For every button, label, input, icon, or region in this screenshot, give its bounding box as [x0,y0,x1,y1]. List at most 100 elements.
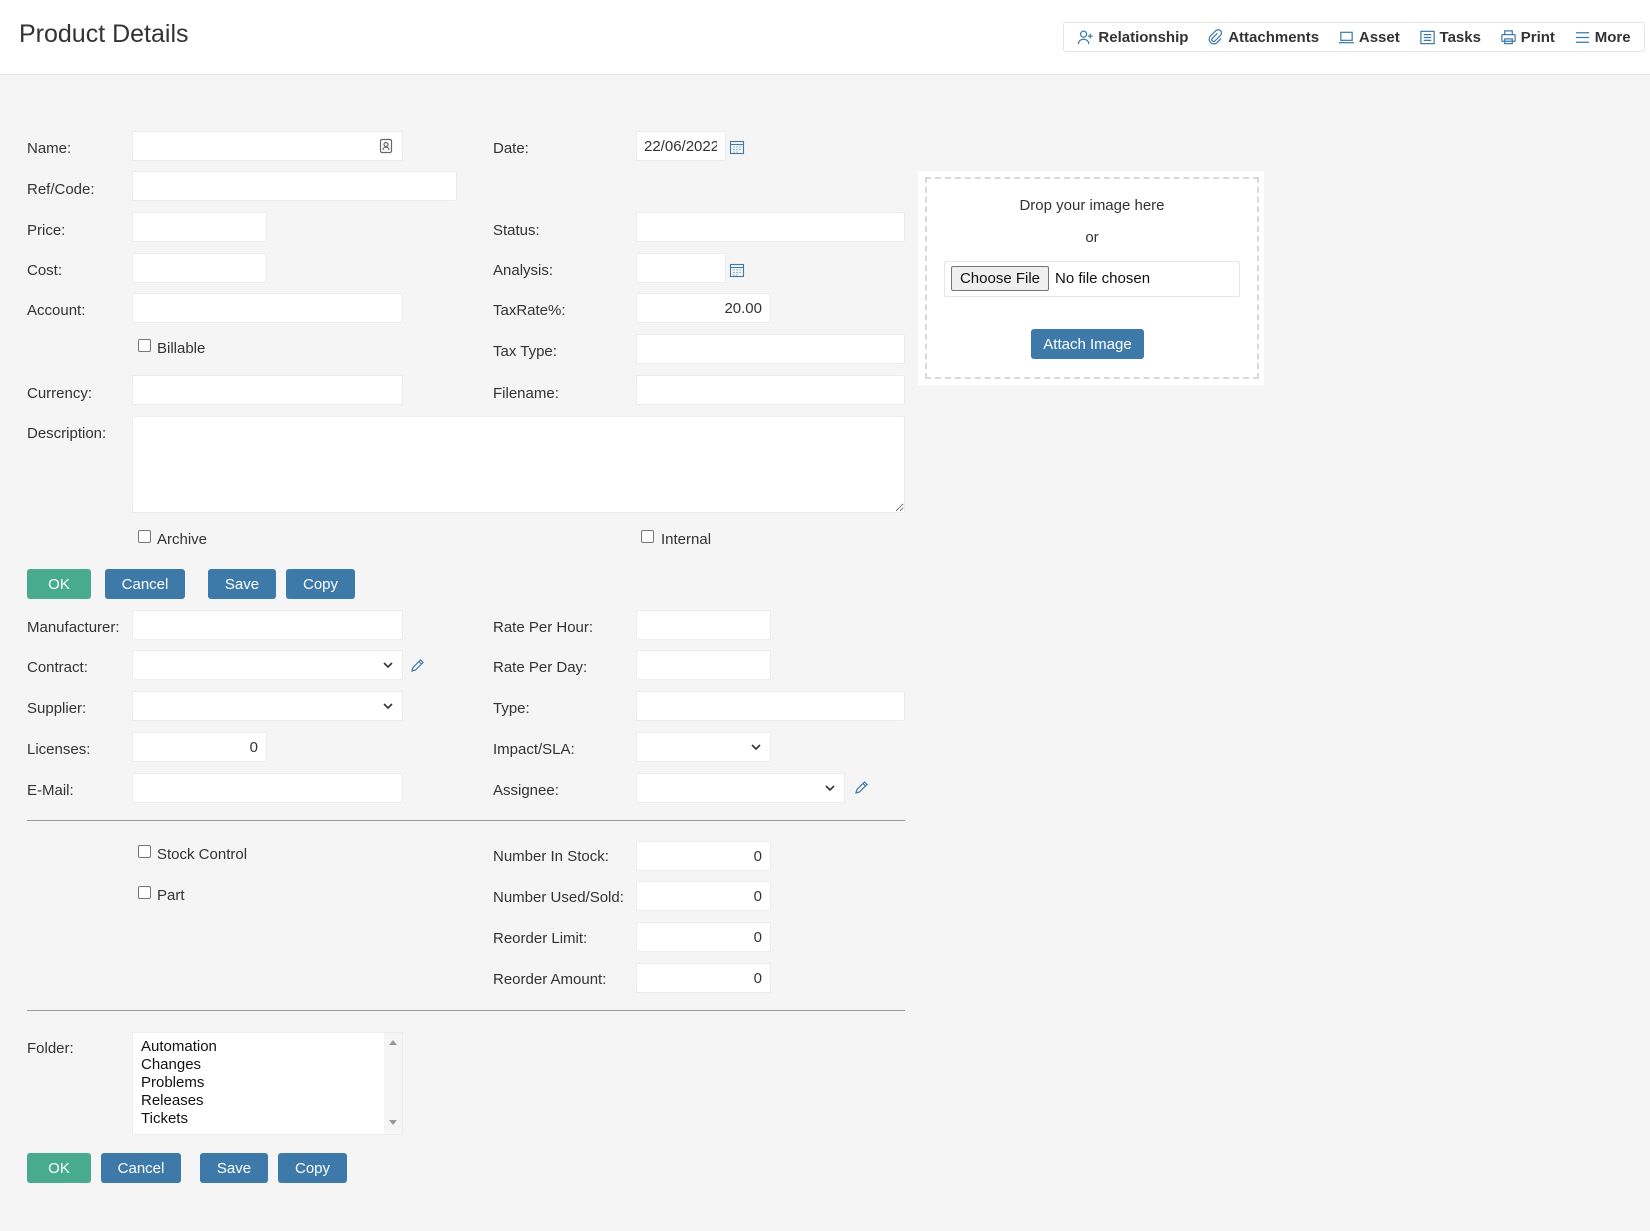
account-label: Account: [27,302,86,319]
supplier-select[interactable] [132,691,403,721]
scroll-down-arrow-icon[interactable] [389,1120,397,1125]
paperclip-icon [1208,28,1223,45]
filename-input[interactable] [636,375,905,405]
ok-button[interactable]: OK [27,569,91,599]
analysis-input[interactable] [636,253,726,283]
more-label: More [1594,28,1631,46]
archive-checkbox[interactable] [138,530,151,543]
stock-control-label: Stock Control [157,846,248,863]
billable-label: Billable [157,340,206,357]
folder-option[interactable]: Changes [141,1056,201,1073]
rate-per-day-label: Rate Per Day: [493,659,588,676]
type-input[interactable] [636,691,905,721]
attachments-button[interactable]: Attachments [1207,29,1319,46]
email-input[interactable] [132,773,403,803]
folder-option[interactable]: Automation [141,1038,217,1055]
copy-button-bottom[interactable]: Copy [278,1153,347,1183]
drop-image-text: Drop your image here [1019,197,1165,214]
number-used-sold-label: Number Used/Sold: [493,889,624,906]
scroll-up-arrow-icon[interactable] [389,1040,397,1045]
supplier-label: Supplier: [27,700,87,717]
tasks-label: Tasks [1439,28,1481,46]
folder-scrollbar[interactable] [384,1033,402,1134]
date-input[interactable] [636,131,726,161]
more-button[interactable]: More [1574,29,1631,46]
folder-label: Folder: [27,1040,74,1057]
user-plus-icon [1078,30,1093,44]
attachments-label: Attachments [1228,28,1320,46]
contract-select[interactable] [132,650,403,680]
description-textarea[interactable] [132,416,905,513]
account-input[interactable] [132,293,403,323]
menu-icon [1575,31,1589,43]
tax-type-input[interactable] [636,334,905,364]
currency-input[interactable] [132,375,403,405]
analysis-label: Analysis: [493,262,554,279]
folder-option[interactable]: Problems [141,1074,204,1091]
save-button-bottom[interactable]: Save [200,1153,268,1183]
folder-listbox[interactable]: Automation Changes Problems Releases Tic… [132,1032,403,1135]
part-checkbox[interactable] [138,886,151,899]
reorder-amount-input[interactable] [636,963,771,993]
relationship-label: Relationship [1098,28,1189,46]
tax-type-label: Tax Type: [493,343,557,360]
copy-button[interactable]: Copy [286,569,355,599]
impact-sla-label: Impact/SLA: [493,741,575,758]
rate-per-hour-input[interactable] [636,610,771,640]
type-label: Type: [493,700,530,717]
filename-label: Filename: [493,385,559,402]
cancel-button[interactable]: Cancel [105,569,185,599]
status-input[interactable] [636,212,905,242]
assignee-label: Assignee: [493,782,559,799]
tax-rate-label: TaxRate%: [493,302,566,319]
folder-option[interactable]: Tickets [141,1110,188,1127]
licenses-input[interactable] [132,732,267,762]
pencil-icon[interactable] [409,658,425,674]
manufacturer-input[interactable] [132,610,403,640]
assignee-select[interactable] [636,773,845,803]
ref-code-label: Ref/Code: [27,181,95,198]
name-input[interactable] [132,131,403,161]
tax-rate-input[interactable] [636,293,771,323]
attach-image-button[interactable]: Attach Image [1031,329,1144,359]
printer-icon [1501,29,1516,44]
choose-file-button[interactable]: Choose File [951,266,1049,291]
number-in-stock-input[interactable] [636,841,771,871]
pencil-icon[interactable] [853,780,869,796]
reorder-limit-input[interactable] [636,922,771,952]
contact-card-icon[interactable] [378,138,394,154]
rate-per-day-input[interactable] [636,650,771,680]
folder-option[interactable]: Releases [141,1092,204,1109]
chevron-down-icon [825,785,835,792]
print-button[interactable]: Print [1500,29,1555,46]
internal-checkbox[interactable] [641,530,654,543]
reorder-limit-label: Reorder Limit: [493,930,588,947]
cost-input[interactable] [132,253,267,283]
page-title: Product Details [19,20,189,48]
price-label: Price: [27,222,66,239]
stock-control-checkbox[interactable] [138,845,151,858]
asset-button[interactable]: Asset [1338,29,1400,46]
number-used-sold-input[interactable] [636,881,771,911]
ok-button-bottom[interactable]: OK [27,1153,91,1183]
cost-label: Cost: [27,262,63,279]
name-label: Name: [27,140,72,157]
chevron-down-icon [383,703,393,710]
reorder-amount-label: Reorder Amount: [493,971,607,988]
relationship-button[interactable]: Relationship [1077,29,1188,46]
contract-label: Contract: [27,659,88,676]
cancel-button-bottom[interactable]: Cancel [101,1153,181,1183]
rate-per-hour-label: Rate Per Hour: [493,619,594,636]
internal-label: Internal [661,531,712,548]
currency-label: Currency: [27,385,93,402]
list-icon [1419,30,1435,44]
save-button[interactable]: Save [208,569,276,599]
toolbar: Relationship Attachments Asset Tasks Pri… [1063,22,1645,52]
impact-sla-select[interactable] [636,732,771,762]
ref-code-input[interactable] [132,171,457,201]
tasks-button[interactable]: Tasks [1419,29,1481,46]
price-input[interactable] [132,212,267,242]
calendar-icon[interactable] [729,262,745,278]
billable-checkbox[interactable] [138,339,151,352]
calendar-icon[interactable] [729,139,745,155]
